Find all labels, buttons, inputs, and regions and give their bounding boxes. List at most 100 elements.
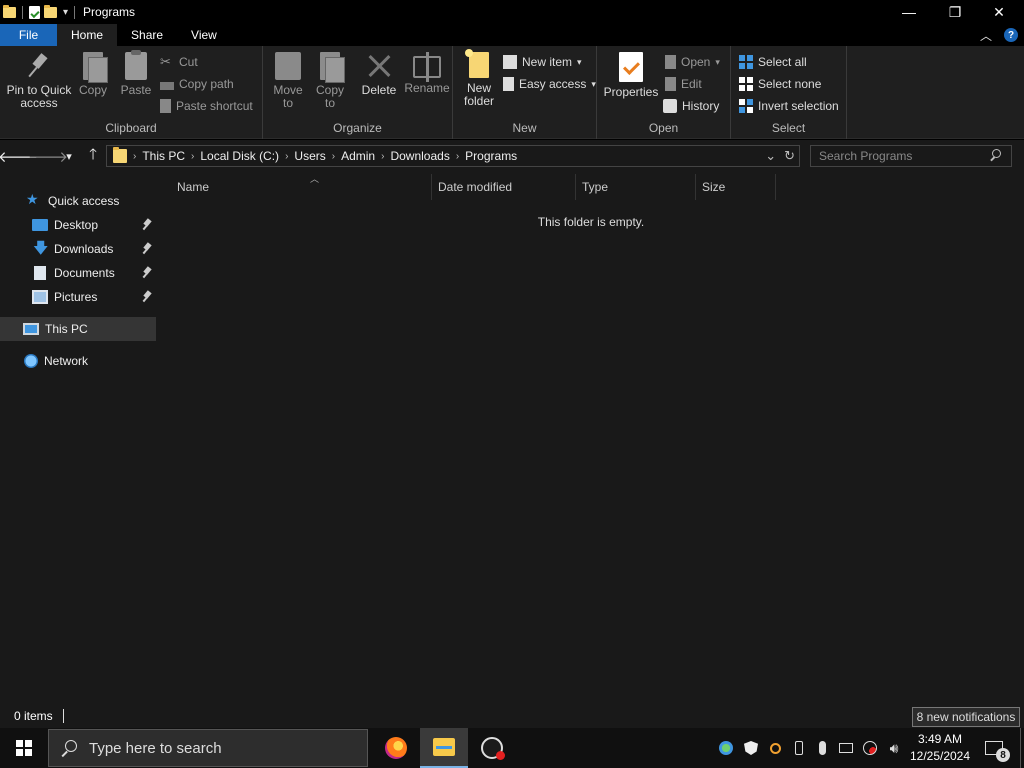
minimize-button[interactable]: — bbox=[886, 0, 932, 24]
nav-pictures[interactable]: Pictures bbox=[0, 285, 156, 309]
tray-security[interactable] bbox=[740, 728, 762, 768]
tray-network-share[interactable] bbox=[715, 728, 737, 768]
tray-microphone[interactable] bbox=[811, 728, 833, 768]
address-history-dropdown-icon[interactable]: ⌄ bbox=[765, 148, 776, 164]
show-desktop-button[interactable] bbox=[1020, 728, 1024, 768]
copy-path-button[interactable]: Copy path bbox=[160, 75, 234, 93]
copy-to-icon bbox=[320, 52, 345, 83]
select-all-icon bbox=[739, 55, 753, 69]
paste-button[interactable]: Paste bbox=[118, 50, 154, 97]
taskbar-clock[interactable]: 3:49 AM 12/25/2024 bbox=[906, 731, 974, 765]
invert-selection-button[interactable]: Invert selection bbox=[739, 97, 839, 115]
column-header-type[interactable]: Type bbox=[576, 174, 696, 200]
desktop-icon bbox=[32, 219, 48, 231]
properties-button[interactable]: Properties bbox=[603, 52, 659, 99]
paste-icon bbox=[125, 50, 147, 80]
new-group: New folder New item ▾ Easy access ▾ New bbox=[453, 46, 597, 139]
tab-file[interactable]: File bbox=[0, 24, 57, 46]
new-item-button[interactable]: New item ▾ bbox=[503, 53, 582, 71]
rename-icon bbox=[413, 52, 441, 82]
nav-desktop[interactable]: Desktop bbox=[0, 213, 156, 237]
open-group-label: Open bbox=[648, 121, 679, 135]
select-all-button[interactable]: Select all bbox=[739, 53, 807, 71]
cut-label: Cut bbox=[179, 55, 198, 69]
breadcrumb-this-pc[interactable]: This PC bbox=[136, 149, 191, 163]
address-bar[interactable]: › This PC › Local Disk (C:) › Users › Ad… bbox=[106, 145, 800, 167]
tray-recording[interactable] bbox=[859, 728, 881, 768]
edit-label: Edit bbox=[681, 77, 702, 91]
taskbar-obs[interactable] bbox=[468, 728, 516, 768]
ribbon-tabs: File Home Share View ︿ ? bbox=[0, 24, 1024, 46]
delete-icon bbox=[366, 52, 392, 80]
scissors-icon: ✂ bbox=[160, 54, 171, 69]
copy-to-button[interactable]: Copy to bbox=[313, 52, 347, 110]
pin-to-quick-access-button[interactable]: Pin to Quick access bbox=[4, 52, 74, 110]
cut-button[interactable]: ✂ Cut bbox=[160, 53, 198, 71]
copy-button[interactable]: Copy bbox=[76, 52, 110, 97]
history-button[interactable]: History bbox=[663, 97, 719, 115]
new-folder-icon bbox=[465, 49, 489, 78]
breadcrumb-users[interactable]: Users bbox=[288, 149, 331, 163]
move-to-button[interactable]: Move to bbox=[271, 52, 305, 110]
customize-toolbar-dropdown-icon[interactable]: ▾ bbox=[63, 7, 68, 18]
up-button[interactable]: 🡑 bbox=[83, 146, 103, 166]
column-header-size[interactable]: Size bbox=[696, 174, 776, 200]
nav-this-pc[interactable]: This PC bbox=[0, 317, 156, 341]
new-item-dropdown-icon: ▾ bbox=[577, 56, 582, 67]
search-icon[interactable] bbox=[987, 147, 1005, 165]
nav-network[interactable]: Network bbox=[0, 349, 156, 373]
breadcrumb-programs[interactable]: Programs bbox=[459, 149, 523, 163]
file-list[interactable]: Name ︿ Date modified Type Size This fold… bbox=[158, 172, 1024, 704]
forward-button[interactable]: 🡒 bbox=[28, 146, 68, 166]
new-folder-qa-icon[interactable] bbox=[44, 4, 57, 18]
maximize-button[interactable]: ❐ bbox=[932, 0, 978, 24]
easy-access-button[interactable]: Easy access ▾ bbox=[503, 75, 596, 93]
edit-button[interactable]: Edit bbox=[665, 75, 702, 93]
rename-label: Rename bbox=[404, 81, 450, 95]
microphone-icon bbox=[818, 741, 826, 755]
toolbar-separator bbox=[22, 5, 23, 19]
breadcrumb-downloads[interactable]: Downloads bbox=[384, 149, 455, 163]
taskbar-firefox[interactable] bbox=[372, 728, 420, 768]
refresh-icon[interactable]: ↻ bbox=[784, 148, 795, 164]
taskbar-search-input[interactable] bbox=[89, 739, 349, 757]
tray-network[interactable] bbox=[835, 728, 857, 768]
column-date-label: Date modified bbox=[438, 180, 513, 194]
copy-icon bbox=[83, 52, 108, 83]
back-button[interactable]: 🡐 bbox=[0, 146, 38, 166]
tab-view[interactable]: View bbox=[177, 24, 231, 46]
clock-date: 12/25/2024 bbox=[909, 749, 971, 763]
tray-volume[interactable]: 🔊︎ bbox=[883, 728, 905, 768]
tray-usb[interactable] bbox=[788, 728, 810, 768]
start-button[interactable] bbox=[0, 728, 48, 768]
rename-button[interactable]: Rename bbox=[403, 52, 451, 95]
nav-quick-access[interactable]: Quick access bbox=[0, 189, 156, 213]
history-label: History bbox=[682, 99, 720, 113]
close-button[interactable]: ✕ bbox=[976, 0, 1022, 24]
breadcrumb-local-disk[interactable]: Local Disk (C:) bbox=[194, 149, 285, 163]
nav-downloads[interactable]: Downloads bbox=[0, 237, 156, 263]
empty-folder-message: This folder is empty. bbox=[537, 215, 645, 229]
new-folder-button[interactable]: New folder bbox=[459, 49, 499, 108]
action-center-button[interactable]: 8 bbox=[980, 728, 1010, 768]
help-icon[interactable]: ? bbox=[1004, 28, 1018, 42]
delete-button[interactable]: Delete bbox=[359, 52, 399, 97]
recent-locations-dropdown[interactable]: ▾ bbox=[62, 146, 76, 166]
search-box[interactable] bbox=[810, 145, 1012, 167]
search-input[interactable] bbox=[819, 149, 987, 163]
column-header-date-modified[interactable]: Date modified bbox=[432, 174, 576, 200]
tray-search-tool[interactable] bbox=[764, 728, 786, 768]
nav-documents[interactable]: Documents bbox=[0, 261, 156, 285]
open-button[interactable]: Open ▾ bbox=[665, 53, 720, 71]
paste-shortcut-button[interactable]: Paste shortcut bbox=[160, 97, 253, 115]
properties-icon bbox=[619, 52, 643, 82]
breadcrumb-admin[interactable]: Admin bbox=[335, 149, 381, 163]
properties-qa-icon[interactable] bbox=[29, 5, 40, 19]
select-none-button[interactable]: Select none bbox=[739, 75, 821, 93]
tab-share[interactable]: Share bbox=[117, 24, 177, 46]
tab-home[interactable]: Home bbox=[57, 24, 118, 46]
taskbar-file-explorer[interactable] bbox=[420, 728, 468, 768]
taskbar-search[interactable] bbox=[48, 729, 368, 767]
column-header-name[interactable]: Name ︿ bbox=[171, 174, 432, 200]
collapse-ribbon-icon[interactable]: ︿ bbox=[980, 27, 992, 44]
